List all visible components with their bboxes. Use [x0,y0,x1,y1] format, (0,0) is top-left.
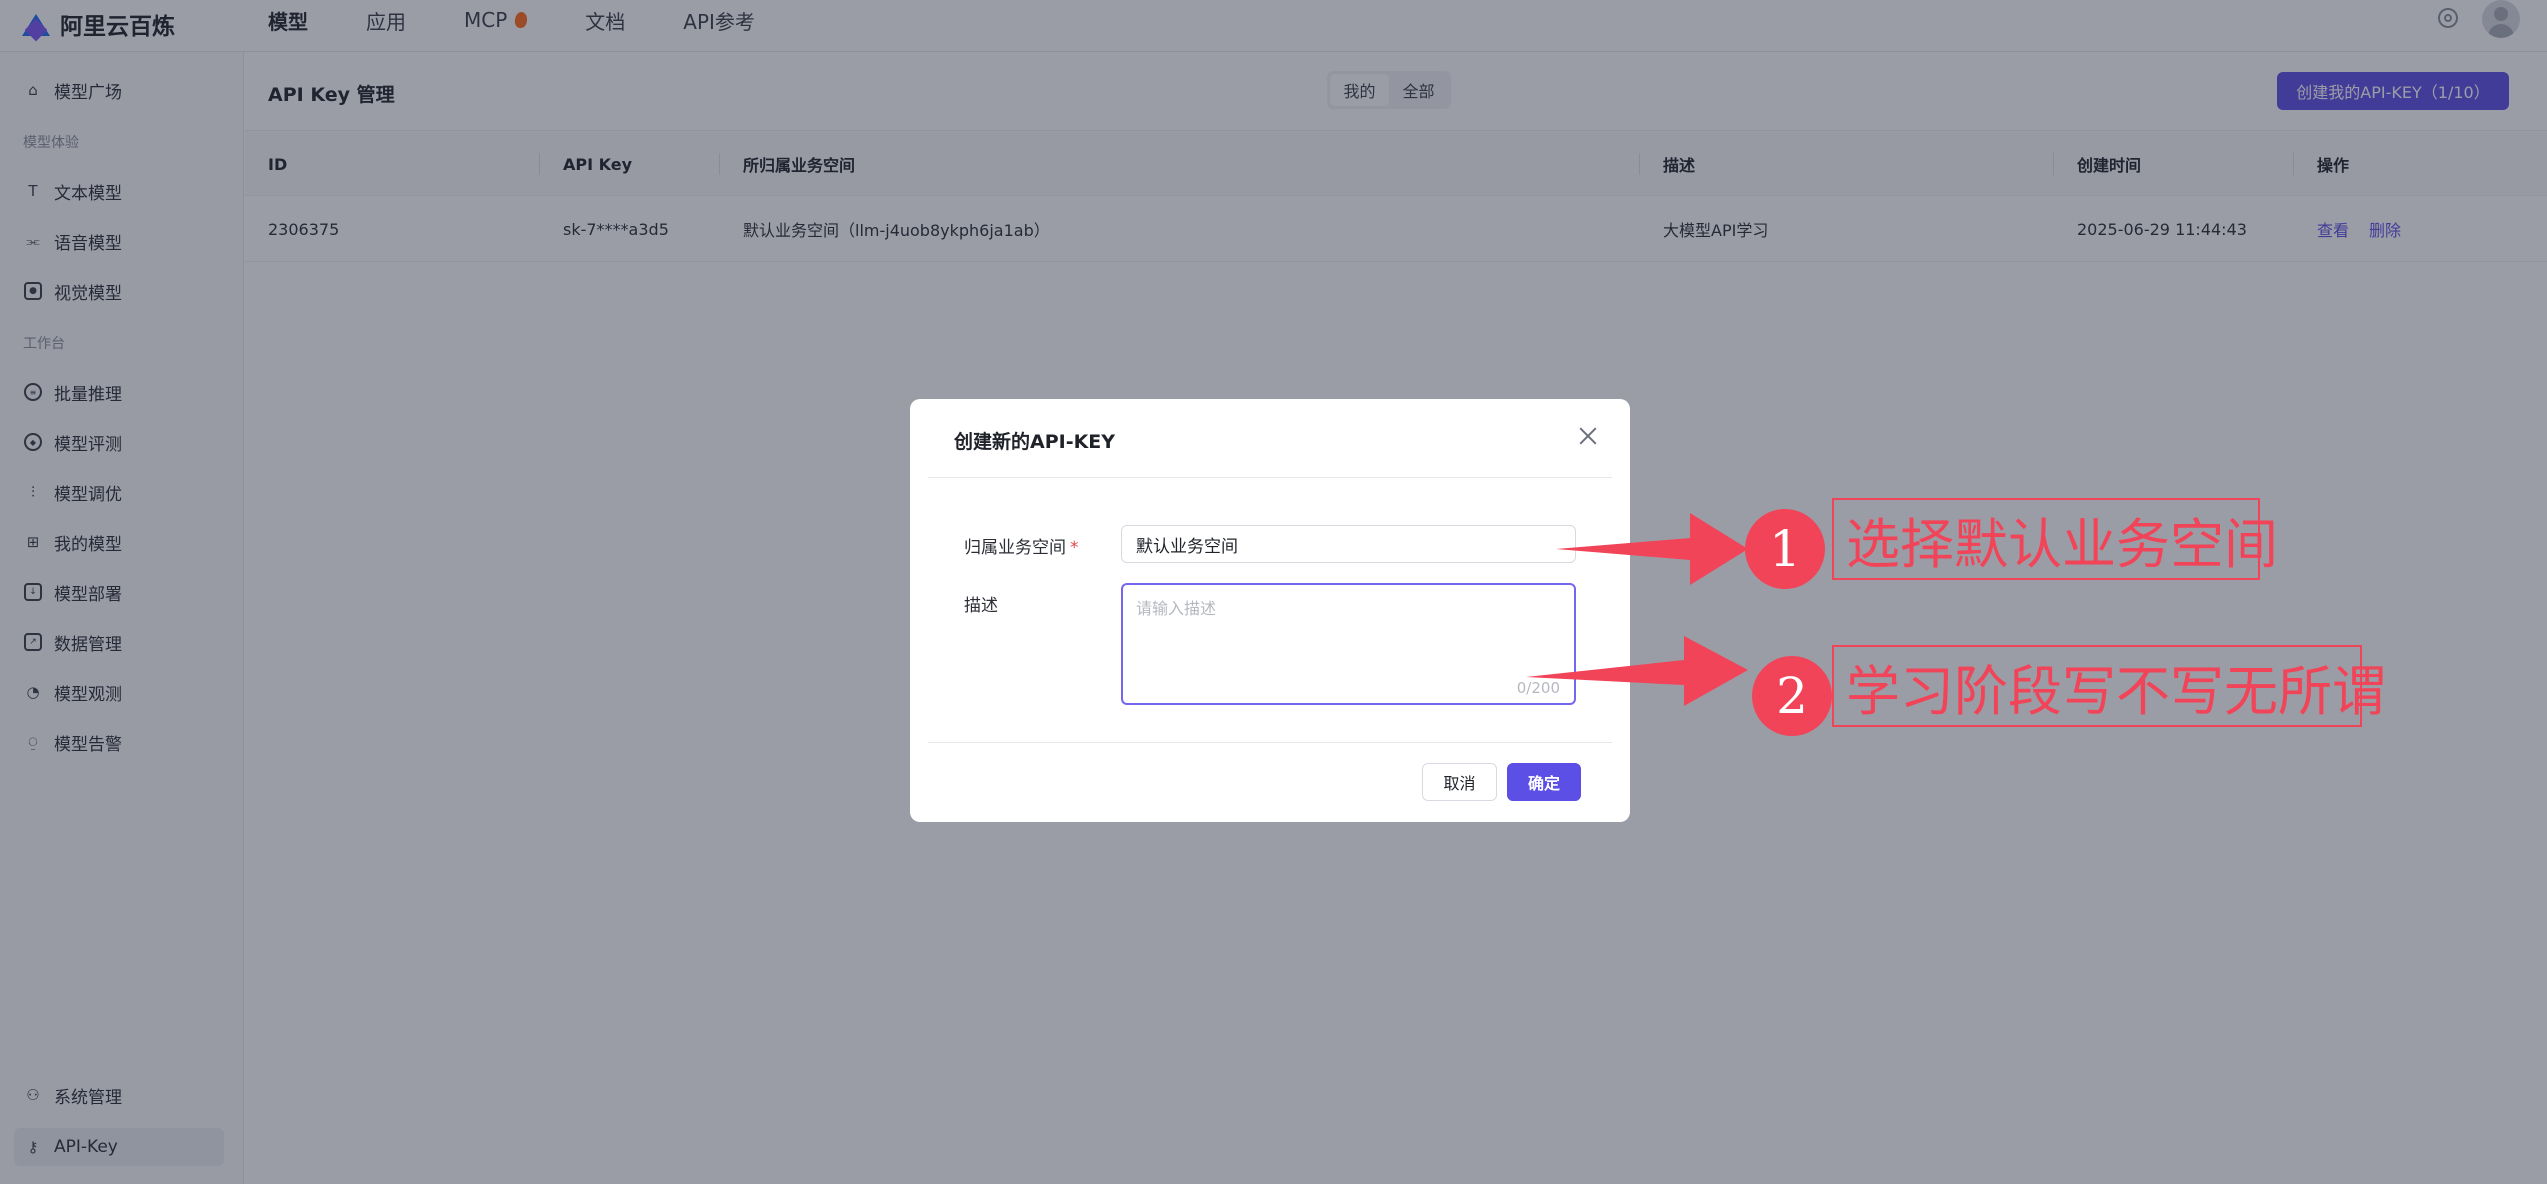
annotation-callout-2: 学习阶段写不写无所谓 [1832,645,2386,727]
annotation-arrow-1 [1556,513,1748,585]
annotation-badge-2: 2 [1752,656,1832,736]
annotation-arrow-2 [1526,636,1748,706]
annotation-badge-1: 1 [1745,509,1825,589]
annotation-callout-1: 选择默认业务空间 [1832,498,2278,580]
annotation-arrows [1526,513,1748,706]
